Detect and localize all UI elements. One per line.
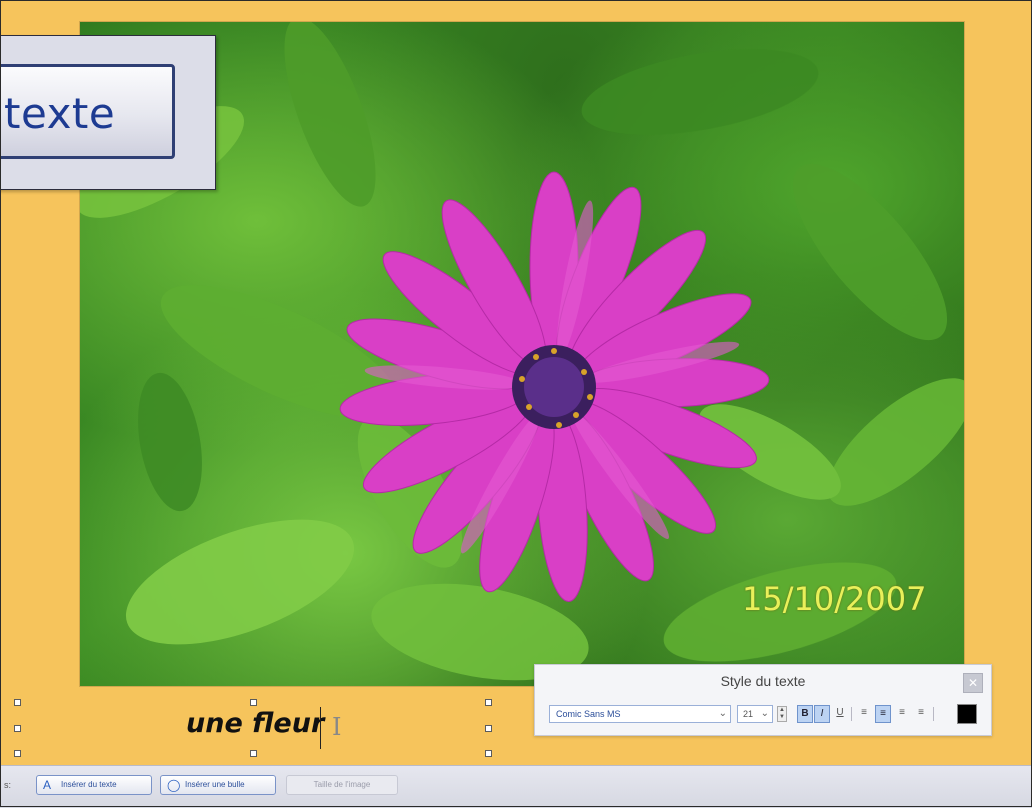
font-family-select[interactable]: Comic Sans MS ⌄ [549, 705, 731, 723]
selection-handle[interactable] [250, 699, 257, 706]
panel-title: Style du texte [720, 673, 806, 689]
italic-button[interactable]: I [814, 705, 830, 723]
image-size-label: Taille de l'image [313, 780, 371, 789]
align-left-button[interactable]: ≡ [856, 705, 872, 723]
insert-text-button[interactable]: A Insérer du texte [36, 775, 152, 795]
text-style-panel: Style du texte ✕ Comic Sans MS ⌄ 21 ⌄ ▲ ▼… [534, 664, 992, 736]
speech-bubble-icon: ◯ [167, 778, 181, 792]
insert-text-label: Insérer du texte [61, 780, 117, 789]
underline-button[interactable]: U [832, 705, 848, 723]
photo-date-stamp: 15/10/2007 [742, 580, 927, 618]
bottom-toolbar: s: A Insérer du texte ◯ Insérer une bull… [0, 765, 1032, 808]
chevron-down-icon: ⌄ [718, 708, 727, 719]
align-right-button[interactable]: ≡ [894, 705, 910, 723]
selection-handle[interactable] [485, 750, 492, 757]
font-size-stepper[interactable]: ▲ ▼ [777, 706, 787, 722]
selection-handle[interactable] [14, 725, 21, 732]
bold-button[interactable]: B [797, 705, 813, 723]
insert-bubble-label: Insérer une bulle [185, 780, 245, 789]
zoomed-text-button: texte [0, 64, 175, 159]
style-toolbar: Comic Sans MS ⌄ 21 ⌄ ▲ ▼ B I U ≡ ≡ ≡ ≡ [549, 704, 985, 725]
image-size-button[interactable]: Taille de l'image [286, 775, 398, 795]
ibeam-cursor-icon: I [332, 713, 342, 741]
align-center-button[interactable]: ≡ [875, 705, 891, 723]
close-icon[interactable]: ✕ [963, 673, 983, 693]
insert-bubble-button[interactable]: ◯ Insérer une bulle [160, 775, 276, 795]
toolbar-edge-label: s: [4, 780, 12, 790]
text-a-icon: A [43, 778, 52, 792]
toolbar-divider [851, 707, 852, 721]
text-color-swatch[interactable] [957, 704, 977, 724]
font-size-select[interactable]: 21 ⌄ [737, 705, 773, 723]
font-size-value: 21 [743, 709, 754, 719]
toolbar-divider [933, 707, 934, 721]
chevron-down-icon: ⌄ [760, 708, 769, 719]
selection-handle[interactable] [250, 750, 257, 757]
zoom-callout: texte [0, 35, 216, 190]
font-family-value: Comic Sans MS [556, 709, 621, 719]
caption-text[interactable]: une fleur [186, 708, 324, 739]
selection-handle[interactable] [485, 725, 492, 732]
selection-handle[interactable] [14, 699, 21, 706]
text-cursor [320, 707, 321, 749]
zoomed-text-button-label: texte [4, 89, 116, 138]
selection-handle[interactable] [14, 750, 21, 757]
selection-handle[interactable] [485, 699, 492, 706]
align-justify-button[interactable]: ≡ [913, 705, 929, 723]
